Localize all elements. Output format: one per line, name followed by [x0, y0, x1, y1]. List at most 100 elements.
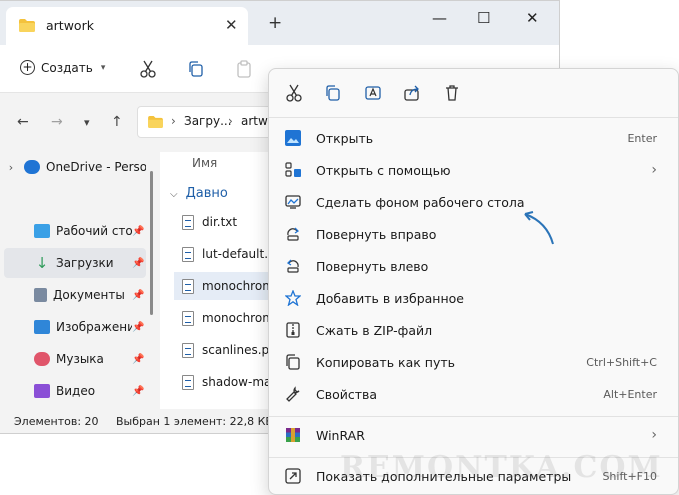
- expand-chevron-icon[interactable]: ›: [4, 161, 18, 174]
- sidebar-item-pictures[interactable]: Изображени 📌: [4, 312, 146, 342]
- open-with-icon: [285, 162, 301, 177]
- menu-item-label: Открыть с помощью: [316, 162, 451, 178]
- menu-separator: [269, 117, 678, 118]
- menu-separator: [269, 416, 678, 417]
- sidebar-item-label: Документы: [53, 288, 125, 302]
- tab-close-button[interactable]: ✕: [225, 16, 238, 34]
- download-icon: ↓: [35, 254, 49, 272]
- wrench-icon: [286, 386, 300, 402]
- file-name: dir.txt: [202, 215, 238, 229]
- share-icon[interactable]: [402, 83, 422, 103]
- image-open-icon: [285, 130, 301, 146]
- wallpaper-icon: [285, 195, 301, 209]
- maximize-button[interactable]: ☐: [477, 9, 490, 27]
- pin-icon: 📌: [132, 225, 145, 237]
- sidebar-item-onedrive[interactable]: › OneDrive - Perso: [4, 152, 146, 182]
- music-icon: [34, 352, 50, 366]
- more-options-icon: [285, 468, 301, 484]
- sidebar-item-label: Видео: [56, 384, 96, 398]
- pin-icon: 📌: [132, 385, 145, 397]
- sidebar-item-label: Музыка: [56, 352, 104, 366]
- menu-item-properties[interactable]: Свойства Alt+Enter: [273, 378, 673, 410]
- folder-icon: [19, 19, 35, 32]
- tab-title: artwork: [46, 18, 94, 33]
- pin-icon: 📌: [132, 321, 145, 333]
- menu-item-rotate-left[interactable]: Повернуть влево: [273, 250, 673, 282]
- menu-item-zip[interactable]: Сжать в ZIP-файл: [273, 314, 673, 346]
- column-header-name[interactable]: Имя: [192, 156, 217, 170]
- forward-arrow-icon[interactable]: →: [51, 114, 63, 130]
- copy-icon[interactable]: [323, 83, 343, 103]
- image-file-icon: [182, 374, 194, 390]
- chevron-down-icon: ▾: [100, 62, 106, 73]
- selection-info: Выбран 1 элемент: 22,8 КБ: [116, 415, 273, 428]
- menu-item-add-favorites[interactable]: Добавить в избранное: [273, 282, 673, 314]
- group-header[interactable]: ⌵ Давно: [170, 186, 228, 201]
- tab-bar: artwork ✕ + — ☐ ✕: [0, 1, 559, 45]
- cut-icon[interactable]: [284, 83, 304, 103]
- sidebar-item-desktop[interactable]: Рабочий сто 📌: [4, 216, 146, 246]
- menu-item-rotate-right[interactable]: Повернуть вправо: [273, 218, 673, 250]
- rotate-right-icon: [287, 227, 300, 241]
- up-arrow-icon[interactable]: ↑: [111, 114, 123, 130]
- rotate-left-icon: [286, 259, 299, 273]
- pin-icon: 📌: [132, 353, 145, 365]
- chevron-down-icon: ⌵: [170, 189, 178, 200]
- delete-icon[interactable]: [442, 83, 462, 103]
- menu-item-label: Добавить в избранное: [316, 290, 464, 306]
- menu-item-open[interactable]: Открыть Enter: [273, 122, 673, 154]
- close-window-button[interactable]: ✕: [526, 9, 539, 27]
- menu-item-label: Свойства: [316, 386, 378, 402]
- sidebar-item-music[interactable]: Музыка 📌: [4, 344, 146, 374]
- pictures-icon: [34, 320, 50, 334]
- cut-icon[interactable]: [138, 59, 158, 79]
- sidebar-item-documents[interactable]: Документы 📌: [4, 280, 146, 310]
- item-count: Элементов: 20: [14, 415, 99, 428]
- submenu-chevron-icon: ›: [651, 427, 657, 443]
- tab-artwork[interactable]: artwork ✕: [6, 7, 248, 45]
- file-icon: [182, 214, 194, 230]
- sidebar-item-downloads[interactable]: ↓ Загрузки 📌: [4, 248, 146, 278]
- paste-icon[interactable]: [234, 59, 254, 79]
- menu-item-open-with[interactable]: Открыть с помощью ›: [273, 154, 673, 186]
- menu-item-set-wallpaper[interactable]: Сделать фоном рабочего стола: [273, 186, 673, 218]
- image-file-icon: [182, 278, 194, 294]
- documents-icon: [34, 288, 47, 302]
- sidebar-item-video[interactable]: Видео 📌: [4, 376, 146, 406]
- annotation-arrow-icon: [524, 211, 554, 245]
- desktop-icon: [34, 224, 50, 238]
- breadcrumb-downloads[interactable]: Загру...: [184, 114, 232, 128]
- navigation-pane: › OneDrive - Perso Рабочий сто 📌 ↓ Загру…: [0, 152, 150, 409]
- breadcrumb-separator: ›: [228, 114, 233, 128]
- copy-icon[interactable]: [186, 59, 206, 79]
- menu-item-label: Открыть: [316, 130, 374, 146]
- menu-item-label: Повернуть вправо: [316, 226, 437, 242]
- sidebar-item-label: Загрузки: [56, 256, 114, 270]
- watermark: REMONTKA.COM: [340, 450, 663, 485]
- create-label: Создать: [41, 60, 93, 75]
- quick-actions: [269, 69, 678, 117]
- menu-item-shortcut: Ctrl+Shift+C: [586, 355, 657, 369]
- zip-icon: [286, 322, 300, 338]
- back-arrow-icon[interactable]: ←: [17, 114, 29, 130]
- image-file-icon: [182, 342, 194, 358]
- menu-item-shortcut: Enter: [627, 131, 657, 145]
- recent-chevron-icon[interactable]: ▾: [84, 116, 90, 129]
- submenu-chevron-icon: ›: [651, 162, 657, 178]
- plus-icon: +: [20, 60, 35, 75]
- create-button[interactable]: + Создать ▾: [20, 60, 105, 75]
- rename-icon[interactable]: [363, 83, 383, 103]
- cloud-icon: [24, 160, 40, 174]
- menu-item-copy-path[interactable]: Копировать как путь Ctrl+Shift+C: [273, 346, 673, 378]
- new-tab-button[interactable]: +: [268, 13, 282, 33]
- menu-item-label: Сделать фоном рабочего стола: [316, 194, 525, 210]
- sidebar-scrollbar[interactable]: [150, 171, 153, 315]
- star-icon: [285, 290, 301, 306]
- image-file-icon: [182, 246, 194, 262]
- minimize-button[interactable]: —: [432, 9, 447, 27]
- pin-icon: 📌: [132, 289, 145, 301]
- sidebar-item-label: OneDrive - Perso: [46, 160, 146, 174]
- breadcrumb-separator: ›: [171, 114, 176, 128]
- menu-item-label: Копировать как путь: [316, 354, 456, 370]
- menu-item-winrar[interactable]: WinRAR ›: [273, 419, 673, 451]
